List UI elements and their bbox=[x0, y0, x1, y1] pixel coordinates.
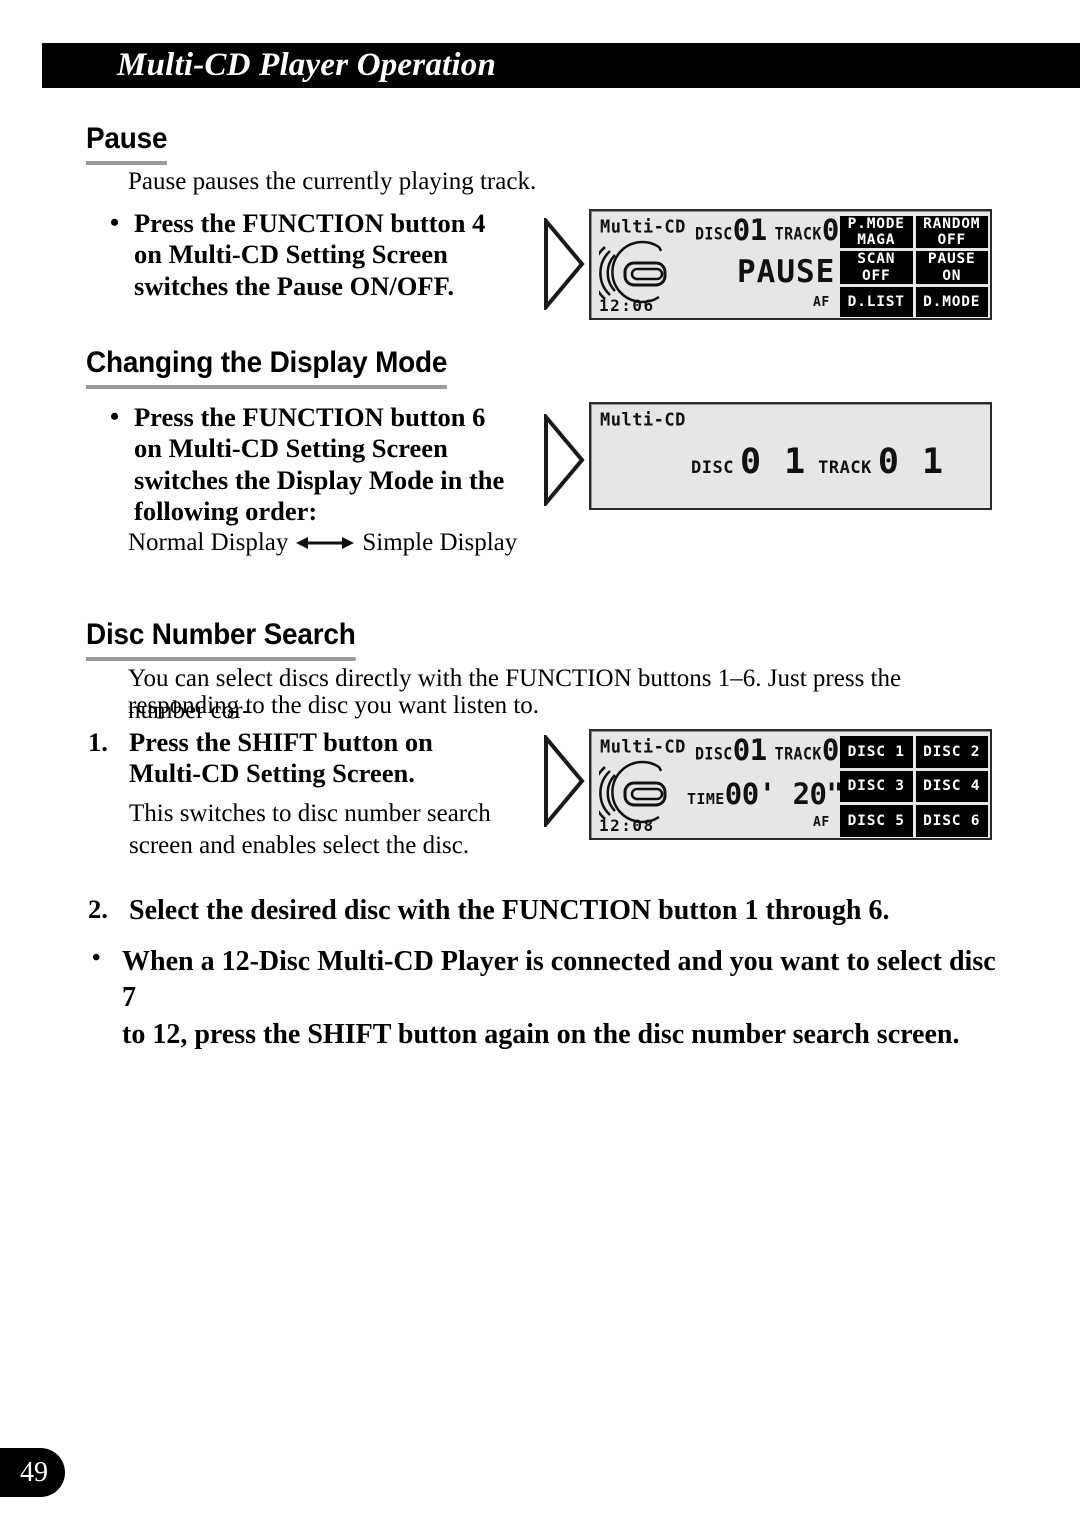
step-1-marker: 1. bbox=[88, 727, 108, 757]
lcd-button-disc-1-label: DISC 1 bbox=[847, 743, 905, 760]
lcd-time-value: 00' 20" bbox=[724, 777, 844, 811]
lcd-search-disc-value: 01 bbox=[732, 733, 767, 767]
disc-search-note: • When a 12-Disc Multi-CD Player is conn… bbox=[92, 944, 1002, 1053]
lcd-button-p-mode[interactable]: P.MODE MAGA bbox=[840, 216, 913, 249]
pause-bullet: • Press the FUNCTION button 4 on Multi-C… bbox=[110, 208, 550, 302]
display-order-normal: Normal Display bbox=[128, 529, 289, 556]
lcd-button-pause-line1: PAUSE bbox=[927, 251, 976, 268]
lcd-button-disc-4-label: DISC 4 bbox=[923, 778, 981, 795]
lcd-clock: 12:06 bbox=[599, 296, 655, 315]
bullet-marker-icon-2: • bbox=[110, 402, 120, 431]
lcd-button-disc-2-label: DISC 2 bbox=[923, 743, 981, 760]
page-number: 49 bbox=[20, 1456, 48, 1488]
step-1-line-2: Multi-CD Setting Screen. bbox=[129, 758, 415, 789]
double-arrow-icon bbox=[296, 537, 355, 549]
lcd-display-simple: Multi-CD DISC 0 1 TRACK 0 1 bbox=[589, 402, 992, 510]
lcd-search-track-label: TRACK bbox=[774, 744, 822, 764]
lcd-button-disc-1[interactable]: DISC 1 bbox=[840, 736, 913, 768]
disc-search-step-2: 2. Select the desired disc with the FUNC… bbox=[88, 894, 988, 927]
page-header-bar: Multi-CD Player Operation bbox=[42, 43, 1080, 88]
lcd-disc-value: 01 bbox=[732, 213, 767, 247]
lcd-time-label: TIME bbox=[687, 790, 725, 808]
lcd-disc-button-grid: DISC 1 DISC 2 DISC 3 DISC 4 DISC 5 DISC … bbox=[840, 736, 988, 837]
disc-search-intro-line-2: responding to the disc you want listen t… bbox=[128, 692, 540, 719]
lcd-button-disc-3[interactable]: DISC 3 bbox=[840, 770, 913, 803]
flow-arrow-icon-1 bbox=[544, 218, 585, 310]
pause-intro-text: Pause pauses the currently playing track… bbox=[128, 168, 537, 195]
lcd-simple-track-label: TRACK bbox=[818, 458, 872, 478]
lcd-button-random-line1: RANDOM bbox=[923, 216, 981, 232]
pause-bullet-line-3: switches the Pause ON/OFF. bbox=[134, 270, 454, 301]
bullet-marker-icon-3: • bbox=[92, 945, 101, 971]
lcd-button-d-list-line1: D.LIST bbox=[847, 293, 905, 310]
lcd-button-p-mode-line2: MAGA bbox=[857, 232, 896, 249]
manual-page: Multi-CD Player Operation Pause Pause pa… bbox=[0, 0, 1080, 1533]
lcd-simple-brand-label: Multi-CD bbox=[600, 410, 686, 431]
display-mode-bullet-line-1: Press the FUNCTION button 6 bbox=[134, 402, 486, 432]
lcd-search-af-indicator: AF bbox=[813, 815, 830, 830]
section-heading-pause: Pause bbox=[86, 122, 167, 165]
lcd-button-pause-line2: ON bbox=[942, 267, 962, 284]
lcd-button-disc-6-label: DISC 6 bbox=[923, 813, 981, 830]
lcd-button-p-mode-line1: P.MODE bbox=[847, 216, 905, 232]
lcd-button-disc-5[interactable]: DISC 5 bbox=[840, 805, 913, 837]
display-mode-order-row: Normal Display Simple Display bbox=[128, 529, 517, 557]
pause-bullet-line-2: on Multi-CD Setting Screen bbox=[134, 239, 448, 270]
lcd-button-disc-3-label: DISC 3 bbox=[847, 778, 905, 795]
lcd-search-clock: 12:08 bbox=[599, 816, 655, 835]
lcd-brand-label: Multi-CD bbox=[600, 217, 686, 238]
lcd-button-scan[interactable]: SCAN OFF bbox=[840, 251, 913, 284]
lcd-button-d-mode-line1: D.MODE bbox=[923, 293, 981, 310]
lcd-button-disc-4[interactable]: DISC 4 bbox=[915, 770, 988, 803]
lcd-simple-disc-value: 0 1 bbox=[739, 442, 807, 482]
lcd-search-disc-label: DISC bbox=[695, 744, 733, 764]
lcd-button-scan-line1: SCAN bbox=[857, 251, 896, 268]
note-line-2: to 12, press the SHIFT button again on t… bbox=[122, 1018, 960, 1050]
display-mode-bullet-line-2: on Multi-CD Setting Screen bbox=[134, 433, 448, 464]
lcd-disc-label: DISC bbox=[695, 224, 733, 244]
lcd-track-label: TRACK bbox=[774, 224, 822, 244]
note-line-1: When a 12-Disc Multi-CD Player is connec… bbox=[122, 946, 996, 1014]
lcd-button-random[interactable]: RANDOM OFF bbox=[915, 216, 988, 249]
step-1-sub-line-2: screen and enables select the disc. bbox=[129, 831, 470, 859]
lcd-button-scan-line2: OFF bbox=[861, 267, 891, 284]
flow-arrow-icon-2 bbox=[544, 414, 585, 506]
lcd-af-indicator: AF bbox=[813, 295, 830, 310]
flow-arrow-icon-3 bbox=[544, 735, 585, 827]
page-number-badge: 49 bbox=[0, 1448, 65, 1497]
lcd-button-d-mode[interactable]: D.MODE bbox=[915, 286, 988, 317]
display-mode-bullet-line-4: following order: bbox=[134, 495, 318, 526]
lcd-button-disc-5-label: DISC 5 bbox=[847, 813, 905, 830]
lcd-disc-track-line: DISC 01 TRACK 01 bbox=[695, 213, 856, 247]
step-1-line-1: Press the SHIFT button on bbox=[129, 727, 433, 757]
lcd-button-grid: P.MODE MAGA RANDOM OFF SCAN OFF PAUSE ON… bbox=[840, 216, 988, 317]
step-2-marker: 2. bbox=[88, 894, 108, 924]
display-order-simple: Simple Display bbox=[362, 529, 518, 556]
disc-search-step-1: 1. Press the SHIFT button on Multi-CD Se… bbox=[88, 727, 548, 859]
section-heading-disc-number-search: Disc Number Search bbox=[86, 618, 356, 661]
lcd-button-disc-2[interactable]: DISC 2 bbox=[915, 736, 988, 768]
bullet-marker-icon: • bbox=[110, 208, 120, 237]
pause-bullet-line-1: Press the FUNCTION button 4 bbox=[134, 208, 486, 238]
lcd-button-pause[interactable]: PAUSE ON bbox=[915, 251, 988, 284]
lcd-time-line: TIME 00' 20" bbox=[687, 777, 844, 811]
display-mode-bullet-line-3: switches the Display Mode in the bbox=[134, 464, 505, 495]
step-1-sub-line-1: This switches to disc number search bbox=[129, 799, 491, 827]
step-2-line-1: Select the desired disc with the FUNCTIO… bbox=[129, 895, 890, 926]
section-heading-display-mode: Changing the Display Mode bbox=[86, 346, 447, 389]
lcd-search-disc-track-line: DISC 01 TRACK 01 bbox=[695, 733, 856, 767]
display-mode-bullet: • Press the FUNCTION button 6 on Multi-C… bbox=[110, 402, 560, 527]
lcd-search-brand-label: Multi-CD bbox=[600, 737, 686, 758]
page-title: Multi-CD Player Operation bbox=[117, 47, 497, 83]
lcd-button-d-list[interactable]: D.LIST bbox=[840, 286, 913, 317]
lcd-simple-disc-label: DISC bbox=[691, 458, 734, 478]
lcd-button-random-line2: OFF bbox=[937, 232, 967, 249]
lcd-display-disc-search: Multi-CD 12:08 DISC 01 TRACK 01 TIME 00'… bbox=[589, 729, 992, 840]
lcd-display-pause: Multi-CD 12:06 DISC 01 TRACK 01 PAUSE AF bbox=[589, 209, 992, 320]
lcd-simple-track-value: 0 1 bbox=[877, 442, 945, 482]
lcd-button-disc-6[interactable]: DISC 6 bbox=[915, 805, 988, 837]
lcd-status-text: PAUSE bbox=[737, 254, 836, 290]
lcd-simple-disc-track-line: DISC 0 1 TRACK 0 1 bbox=[691, 442, 945, 482]
